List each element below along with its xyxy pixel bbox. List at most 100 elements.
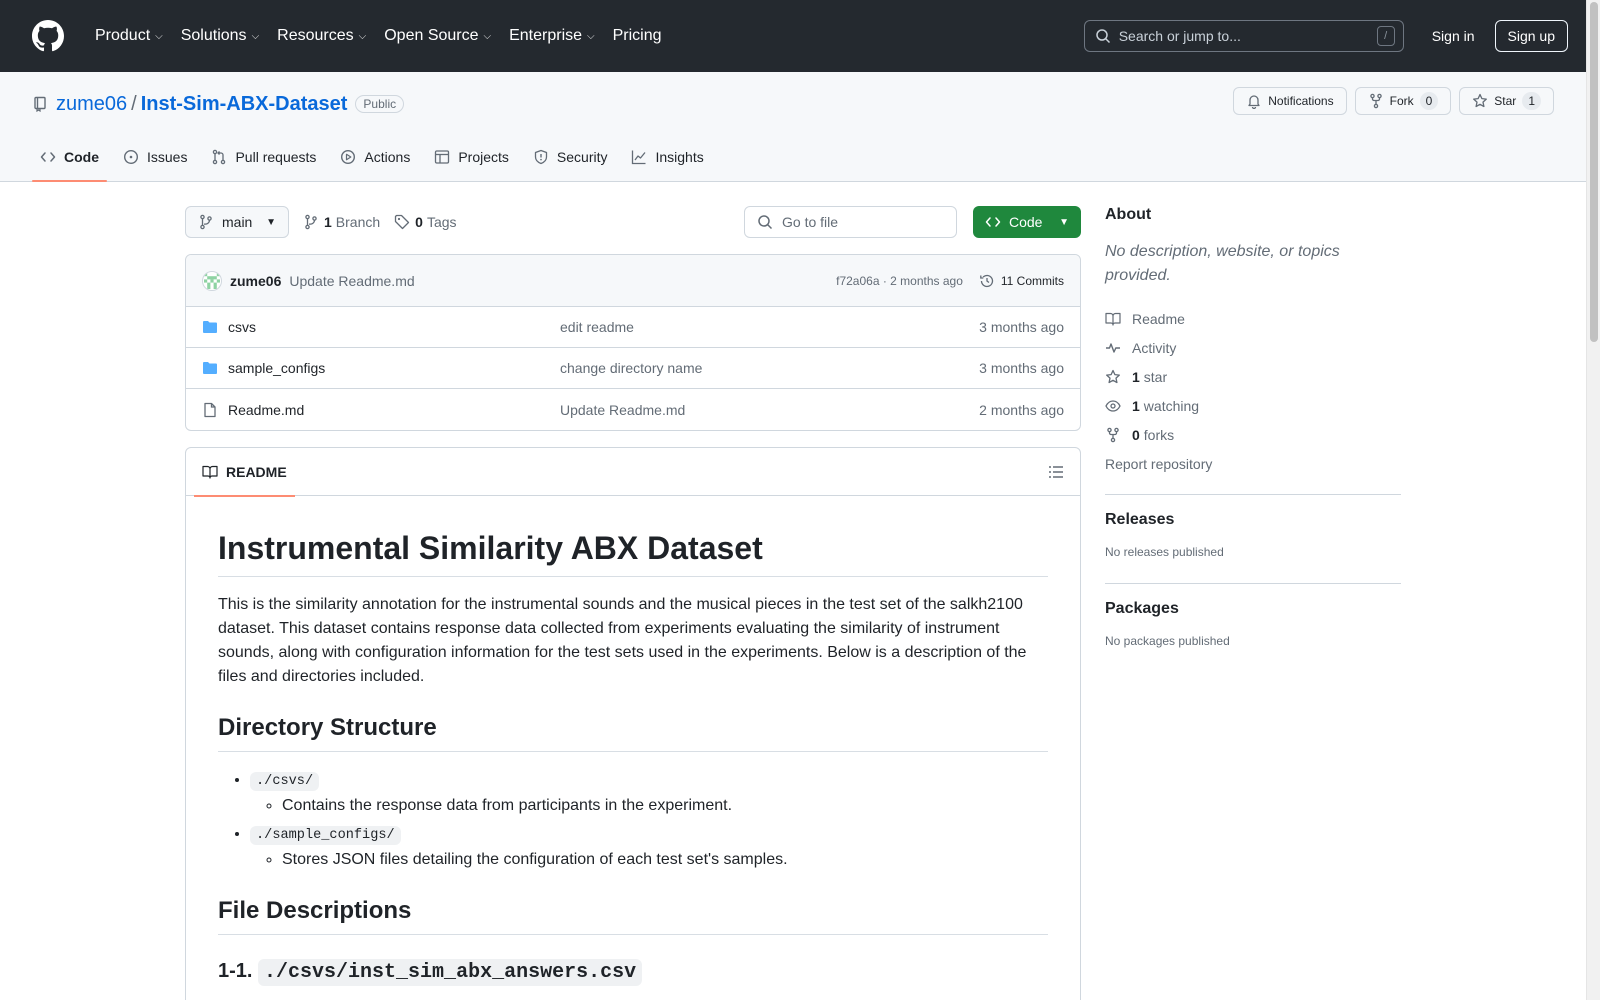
packages-heading[interactable]: Packages	[1105, 600, 1401, 618]
commit-hash-time[interactable]: f72a06a · 2 months ago	[836, 274, 963, 288]
list-item: ./sample_configs/ Stores JSON files deta…	[250, 822, 1048, 872]
file-name-link[interactable]: sample_configs	[228, 360, 560, 376]
repo-icon	[34, 96, 46, 112]
tab-actions[interactable]: Actions	[332, 133, 418, 181]
search-icon	[1095, 29, 1110, 44]
fork-icon	[1369, 93, 1382, 109]
fork-button[interactable]: Fork 0	[1354, 87, 1452, 115]
nav-open-source[interactable]: Open Source ⌵	[375, 20, 500, 52]
tab-pull-requests[interactable]: Pull requests	[203, 133, 324, 181]
nav-solutions[interactable]: Solutions ⌵	[172, 20, 268, 52]
github-logo-icon[interactable]	[32, 20, 64, 52]
fork-icon	[1107, 427, 1119, 442]
file-name-link[interactable]: csvs	[228, 319, 560, 335]
file-commit-message[interactable]: change directory name	[560, 360, 702, 376]
file-commit-message[interactable]: edit readme	[560, 319, 634, 335]
page-scrollbar[interactable]	[1586, 0, 1600, 1000]
star-button[interactable]: Star 1	[1459, 87, 1554, 115]
git-branch-icon	[200, 214, 212, 230]
fork-count: 0	[1419, 92, 1439, 110]
chevron-down-icon: ⌵	[155, 30, 163, 42]
sign-up-button[interactable]: Sign up	[1494, 20, 1568, 52]
fork-label: Fork	[1389, 94, 1414, 108]
tags-link[interactable]: 0 Tags	[394, 214, 457, 230]
shield-icon	[534, 149, 548, 165]
readme-heading-files: File Descriptions	[218, 896, 1048, 935]
sidebar-readme-label: Readme	[1132, 310, 1185, 327]
tab-security[interactable]: Security	[525, 133, 616, 181]
sidebar-forks-link[interactable]: 0 forks	[1105, 420, 1401, 449]
tab-projects[interactable]: Projects	[426, 133, 517, 181]
file-commit-message[interactable]: Update Readme.md	[560, 402, 685, 418]
sidebar-readme-link[interactable]: Readme	[1105, 304, 1401, 333]
tab-issues[interactable]: Issues	[115, 133, 195, 181]
bell-icon	[1248, 95, 1260, 109]
go-to-file-input[interactable]: Go to file	[744, 206, 957, 238]
sidebar-watching-link[interactable]: 1 watching	[1105, 391, 1401, 420]
readme-subheading: 1-1. ./csvs/inst_sim_abx_answers.csv	[218, 959, 1048, 986]
nav-label: Open Source	[384, 27, 479, 44]
tag-icon	[395, 214, 410, 230]
chevron-down-icon: ⌵	[358, 30, 367, 42]
search-placeholder: Search or jump to...	[1118, 28, 1241, 44]
commit-author-link[interactable]: zume06	[230, 273, 281, 289]
file-row[interactable]: Readme.md Update Readme.md 2 months ago	[186, 389, 1080, 430]
directory-list: ./csvs/ Contains the response data from …	[218, 768, 1048, 872]
list-unordered-icon[interactable]	[1048, 464, 1064, 480]
scrollbar-thumb[interactable]	[1590, 2, 1598, 342]
global-search-input[interactable]: Search or jump to... /	[1083, 20, 1404, 52]
notifications-label: Notifications	[1268, 94, 1334, 108]
nav-product[interactable]: Product ⌵	[86, 20, 172, 52]
readme-panel: README Instrumental Similarity ABX Datas…	[185, 447, 1081, 1000]
search-shortcut-key: /	[1376, 26, 1395, 46]
list-item: ./csvs/ Contains the response data from …	[250, 768, 1048, 818]
tab-label: Security	[556, 149, 608, 165]
sidebar-stars-link[interactable]: 1 star	[1105, 362, 1401, 391]
file-name-link[interactable]: Readme.md	[228, 402, 560, 418]
triangle-down-icon: ▼	[1059, 216, 1069, 228]
branch-select-button[interactable]: main ▼	[185, 206, 289, 238]
star-icon	[1473, 93, 1488, 108]
nav-label: Product	[95, 27, 151, 44]
repo-owner-link[interactable]: zume06	[56, 93, 127, 116]
releases-heading[interactable]: Releases	[1105, 511, 1401, 529]
avatar[interactable]	[202, 270, 222, 291]
tab-insights[interactable]: Insights	[623, 133, 711, 181]
global-header: Product ⌵ Solutions ⌵ Resources ⌵ Open Sour…	[0, 0, 1600, 72]
git-branch-icon	[305, 214, 317, 230]
readme-title: Instrumental Similarity ABX Dataset	[218, 528, 1048, 577]
branch-name: main	[222, 214, 253, 230]
folder-icon	[203, 362, 217, 374]
report-repository-link[interactable]: Report repository	[1105, 449, 1401, 478]
commits-history-link[interactable]: 11 Commits	[979, 273, 1064, 289]
code-dropdown-button[interactable]: Code ▼	[973, 206, 1081, 238]
forks-label: forks	[1143, 426, 1175, 443]
latest-commit-row: zume06 Update Readme.md f72a06a · 2 mont…	[186, 255, 1080, 307]
repo-name-link[interactable]: Inst-Sim-ABX-Dataset	[141, 93, 348, 116]
file-row[interactable]: sample_configs change directory name 3 m…	[186, 348, 1080, 389]
sign-in-link[interactable]: Sign in	[1420, 28, 1487, 44]
nav-enterprise[interactable]: Enterprise ⌵	[500, 20, 604, 52]
tab-code[interactable]: Code	[32, 133, 107, 182]
tab-label: Actions	[364, 149, 411, 165]
commit-message-link[interactable]: Update Readme.md	[289, 273, 414, 289]
code-icon	[985, 217, 1001, 227]
file-listing: zume06 Update Readme.md f72a06a · 2 mont…	[185, 254, 1081, 431]
repo-sidebar: About No description, website, or topics…	[1105, 206, 1401, 656]
repo-title: zume06 / Inst-Sim-ABX-Dataset Public	[32, 92, 405, 116]
tab-label: Pull requests	[235, 149, 317, 165]
pulse-icon	[1106, 342, 1120, 353]
readme-tab[interactable]: README	[194, 448, 295, 497]
star-count: 1	[1522, 92, 1541, 110]
branches-link[interactable]: 1 Branch	[303, 214, 380, 230]
nav-pricing[interactable]: Pricing	[604, 20, 671, 52]
sidebar-activity-label: Activity	[1132, 339, 1177, 356]
subheading-number: 1-1.	[218, 960, 253, 982]
history-icon	[980, 274, 994, 287]
nav-resources[interactable]: Resources ⌵	[268, 20, 375, 52]
table-icon	[435, 150, 450, 164]
main-content: main ▼ 1 Branch 0 Tags Go to file Code ▼	[185, 182, 1081, 1000]
file-row[interactable]: csvs edit readme 3 months ago	[186, 307, 1080, 348]
sidebar-activity-link[interactable]: Activity	[1105, 333, 1401, 362]
notifications-button[interactable]: Notifications	[1233, 87, 1347, 115]
